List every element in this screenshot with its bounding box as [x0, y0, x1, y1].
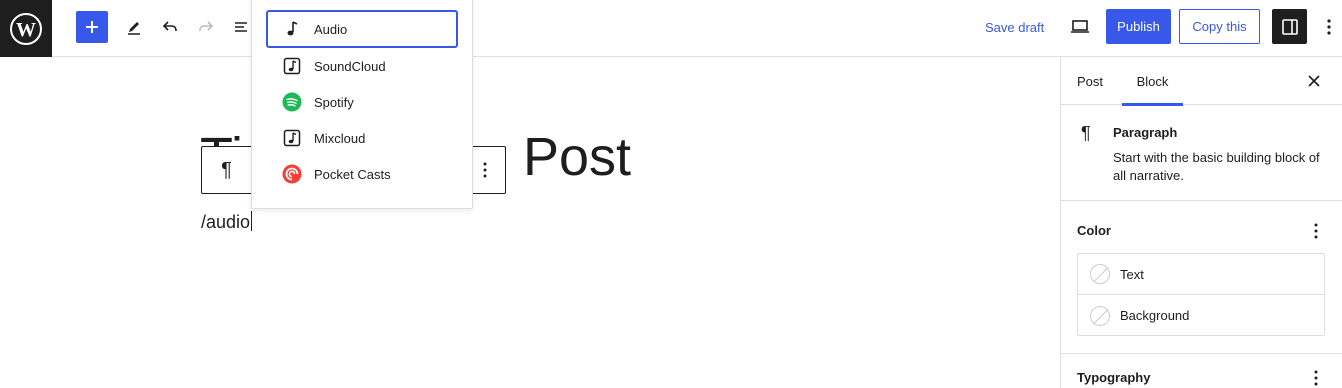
vertical-ellipsis-icon: [1314, 370, 1318, 386]
color-item-label: Background: [1120, 308, 1190, 323]
block-autocomplete-popover: Audio SoundCloud Spotify Mixcloud Pocket…: [251, 0, 473, 209]
vertical-ellipsis-icon: [483, 162, 487, 178]
add-block-button[interactable]: [76, 11, 108, 43]
spotify-icon: [282, 92, 302, 112]
color-item-label: Text: [1120, 266, 1144, 282]
color-item-background[interactable]: Background: [1078, 295, 1324, 336]
color-options-button[interactable]: [1308, 221, 1324, 241]
vertical-ellipsis-icon: [1327, 19, 1331, 35]
preview-button[interactable]: [1067, 11, 1093, 43]
plus-icon: [86, 21, 98, 33]
redo-button[interactable]: [192, 11, 220, 43]
block-card: ¶ Paragraph Start with the basic buildin…: [1061, 105, 1342, 201]
paragraph-block[interactable]: /audio: [201, 210, 253, 234]
tools-button[interactable]: [120, 11, 148, 43]
close-sidebar-button[interactable]: [1304, 71, 1324, 91]
color-panel-title[interactable]: Color: [1077, 223, 1111, 238]
empty-swatch-icon: [1090, 305, 1110, 326]
undo-icon: [162, 21, 177, 31]
autocomplete-item-mixcloud[interactable]: Mixcloud: [266, 119, 458, 157]
empty-swatch-icon: [1090, 264, 1110, 284]
wordpress-logo-icon[interactable]: W: [0, 0, 52, 57]
save-draft-button[interactable]: Save draft: [985, 11, 1045, 43]
paragraph-text: /audio: [201, 212, 251, 232]
block-card-title: Paragraph: [1113, 125, 1178, 140]
color-item-text[interactable]: Text: [1078, 254, 1324, 295]
tab-block[interactable]: Block: [1122, 57, 1183, 106]
list-view-icon: [235, 22, 247, 32]
autocomplete-item-soundcloud[interactable]: SoundCloud: [266, 47, 458, 85]
undo-button[interactable]: [156, 11, 184, 43]
paragraph-block-icon[interactable]: ¶: [202, 147, 252, 193]
editor-header: W Save draft Publish Copy this: [0, 0, 1342, 57]
autocomplete-item-pocket-casts[interactable]: Pocket Casts: [266, 155, 458, 193]
block-card-description: Start with the basic building block of a…: [1113, 150, 1320, 183]
copy-this-button[interactable]: Copy this: [1179, 9, 1260, 44]
close-icon: [1308, 75, 1320, 87]
vertical-ellipsis-icon: [1314, 223, 1318, 239]
desktop-preview-icon: [1071, 20, 1089, 33]
options-menu-button[interactable]: [1319, 11, 1339, 43]
typography-panel: Typography: [1061, 354, 1342, 388]
publish-button[interactable]: Publish: [1106, 9, 1171, 44]
tab-post[interactable]: Post: [1077, 57, 1103, 105]
autocomplete-item-label: Mixcloud: [314, 130, 366, 146]
color-panel: Color Text Background: [1061, 201, 1342, 354]
pencil-icon: [128, 22, 140, 35]
typography-panel-title[interactable]: Typography: [1077, 370, 1150, 385]
settings-sidebar: Post Block ¶ Paragraph Start with the ba…: [1060, 57, 1342, 388]
redo-icon: [199, 21, 214, 31]
svg-text:W: W: [16, 19, 36, 41]
autocomplete-item-label: Audio: [314, 21, 348, 37]
autocomplete-item-label: Pocket Casts: [314, 166, 391, 182]
autocomplete-item-audio[interactable]: Audio: [266, 10, 458, 48]
mixcloud-icon: [282, 128, 302, 148]
typography-options-button[interactable]: [1308, 368, 1324, 388]
settings-toggle-button[interactable]: [1272, 9, 1307, 44]
soundcloud-icon: [282, 56, 302, 76]
autocomplete-item-spotify[interactable]: Spotify: [266, 83, 458, 121]
pocket-casts-icon: [282, 164, 302, 184]
audio-note-icon: [282, 19, 302, 39]
autocomplete-item-label: Spotify: [314, 94, 354, 110]
paragraph-icon: ¶: [1081, 123, 1091, 143]
sidebar-tabs: Post Block: [1061, 57, 1342, 106]
color-settings-list: Text Background: [1077, 253, 1325, 336]
text-caret: [251, 211, 253, 231]
sidebar-toggle-icon: [1281, 18, 1298, 35]
autocomplete-item-label: SoundCloud: [314, 58, 386, 74]
post-title-suffix[interactable]: Post: [523, 124, 631, 190]
